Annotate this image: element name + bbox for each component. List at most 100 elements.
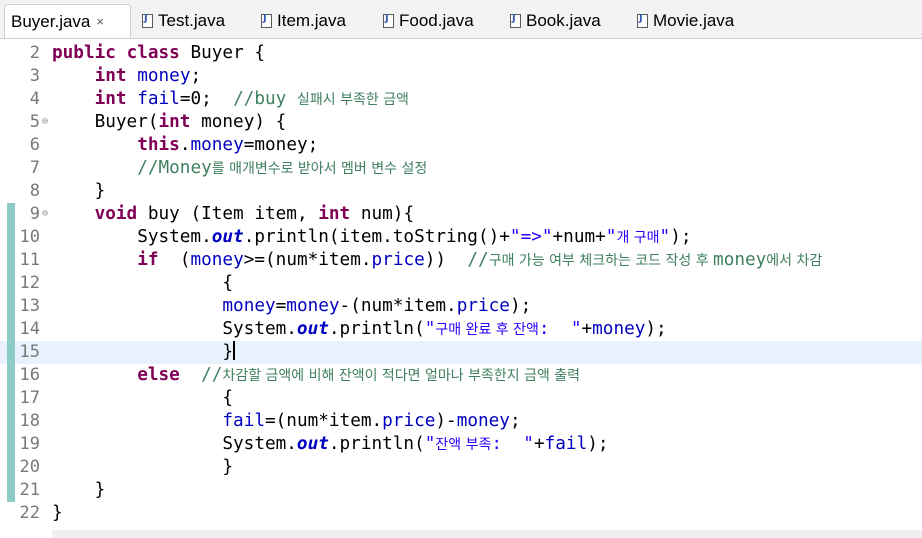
tab-test-java[interactable]: Test.java [138,8,225,34]
code-text: else //차감할 금액에 비해 잔액이 적다면 얼마나 부족한지 금액 출력 [137,365,581,385]
code-line[interactable]: 6 this.money=money; [0,134,922,157]
change-indicator [7,479,15,502]
fold-toggle-icon[interactable]: ⊖ [42,116,48,127]
change-indicator [7,295,15,318]
horizontal-scrollbar[interactable] [52,530,922,538]
code-line[interactable]: 8 } [0,180,922,203]
line-number: 2 [29,43,40,63]
code-line[interactable]: 11 if (money>=(num*item.price)) //구매 가능 … [0,249,922,272]
code-line[interactable]: 15 } [0,341,922,364]
code-line[interactable]: 21 } [0,479,922,502]
line-number: 18 [19,411,40,431]
fold-toggle-icon[interactable]: ⊖ [42,208,48,219]
code-line[interactable]: 17 { [0,387,922,410]
tab-food-java[interactable]: Food.java [379,8,474,34]
code-text: { [52,388,234,408]
line-number: 19 [19,434,40,454]
code-text: //Money를 매개변수로 받아서 멤버 변수 설정 [137,158,428,178]
tab-label: Movie.java [653,11,735,30]
line-number: 13 [19,296,40,316]
change-indicator [7,433,15,456]
close-icon[interactable]: × [96,14,104,29]
code-text: int fail=0; //buy 실패시 부족한 금액 [94,89,409,109]
line-number: 22 [19,503,40,523]
java-file-icon [383,13,394,28]
code-text: System.out.println("구매 완료 후 잔액: "+money)… [52,319,667,339]
code-text: } [52,341,236,362]
code-text: } [52,457,234,477]
line-number: 16 [19,365,40,385]
change-indicator [7,341,15,364]
code-line[interactable]: 7 //Money를 매개변수로 받아서 멤버 변수 설정 [0,157,922,180]
change-indicator [7,318,15,341]
line-number: 17 [19,388,40,408]
code-editor[interactable]: 2 public class Buyer {3 int money; 4 int f… [0,39,922,538]
code-text: System.out.println("잔액 부족: "+fail); [52,434,609,454]
code-text: Buyer(int money) { [52,112,287,132]
change-indicator [7,364,15,387]
change-indicator [7,410,15,433]
code-text: this.money=money; [137,135,319,155]
code-text: if (money>=(num*item.price)) //구매 가능 여부 … [137,250,823,270]
code-line[interactable]: 14 System.out.println("구매 완료 후 잔액: "+mon… [0,318,922,341]
code-text: int money; [94,66,202,86]
code-line[interactable]: 16 else //차감할 금액에 비해 잔액이 적다면 얼마나 부족한지 금액… [0,364,922,387]
code-text: fail=(num*item.price)-money; [222,411,521,431]
tab-label: Food.java [399,11,474,30]
change-indicator [7,249,15,272]
change-indicator [7,203,15,226]
line-number: 8 [29,181,40,201]
code-line[interactable]: 10 System.out.println(item.toString()+"=… [0,226,922,249]
code-text: public class Buyer { [52,43,266,63]
line-number: 12 [19,273,40,293]
code-line[interactable]: 12 { [0,272,922,295]
code-line[interactable]: 13 money=money-(num*item.price); [0,295,922,318]
change-indicator [7,387,15,410]
line-number: 11 [19,250,40,270]
tab-book-java[interactable]: Book.java [506,8,601,34]
code-text: System.out.println(item.toString()+"=>"+… [52,227,692,247]
code-line[interactable]: 4 int fail=0; //buy 실패시 부족한 금액 [0,88,922,111]
tab-label: Test.java [158,11,226,30]
line-number: 10 [19,227,40,247]
line-number: 20 [19,457,40,477]
code-line[interactable]: 18 fail=(num*item.price)-money; [0,410,922,433]
line-number: 15 [19,342,40,362]
code-text: } [52,503,63,523]
line-number: 4 [29,89,40,109]
line-number: 7 [29,158,40,178]
tab-label: Book.java [526,11,601,30]
java-file-icon [637,13,648,28]
tab-buyer-java[interactable]: Buyer.java × [4,4,131,38]
code-line[interactable]: 9 ⊖ void buy (Item item, int num){ [0,203,922,226]
tab-label: Item.java [277,11,346,30]
java-file-icon [261,13,272,28]
line-number: 5 [29,112,40,132]
code-text: { [52,273,234,293]
java-file-icon [510,13,521,28]
line-number: 21 [19,480,40,500]
code-text: } [52,480,106,500]
text-cursor [233,341,236,360]
tab-item-java[interactable]: Item.java [257,8,346,34]
line-number: 9 [29,204,40,224]
change-indicator [7,226,15,249]
line-number: 14 [19,319,40,339]
editor-tab-bar: Buyer.java × Test.java Item.java Food.ja… [0,0,922,39]
change-indicator [7,272,15,295]
code-line[interactable]: 2 public class Buyer { [0,42,922,65]
java-file-icon [142,13,153,28]
code-line[interactable]: 5 ⊖ Buyer(int money) { [0,111,922,134]
tab-movie-java[interactable]: Movie.java [633,8,734,34]
code-text: money=money-(num*item.price); [222,296,532,316]
code-line[interactable]: 20 } [0,456,922,479]
line-number: 3 [29,66,40,86]
code-text: } [52,181,106,201]
code-text: void buy (Item item, int num){ [94,204,415,224]
code-line[interactable]: 22} [0,502,922,525]
code-line[interactable]: 19 System.out.println("잔액 부족: "+fail); [0,433,922,456]
line-number: 6 [29,135,40,155]
code-line[interactable]: 3 int money; [0,65,922,88]
change-indicator [7,456,15,479]
tab-label: Buyer.java [11,11,91,31]
